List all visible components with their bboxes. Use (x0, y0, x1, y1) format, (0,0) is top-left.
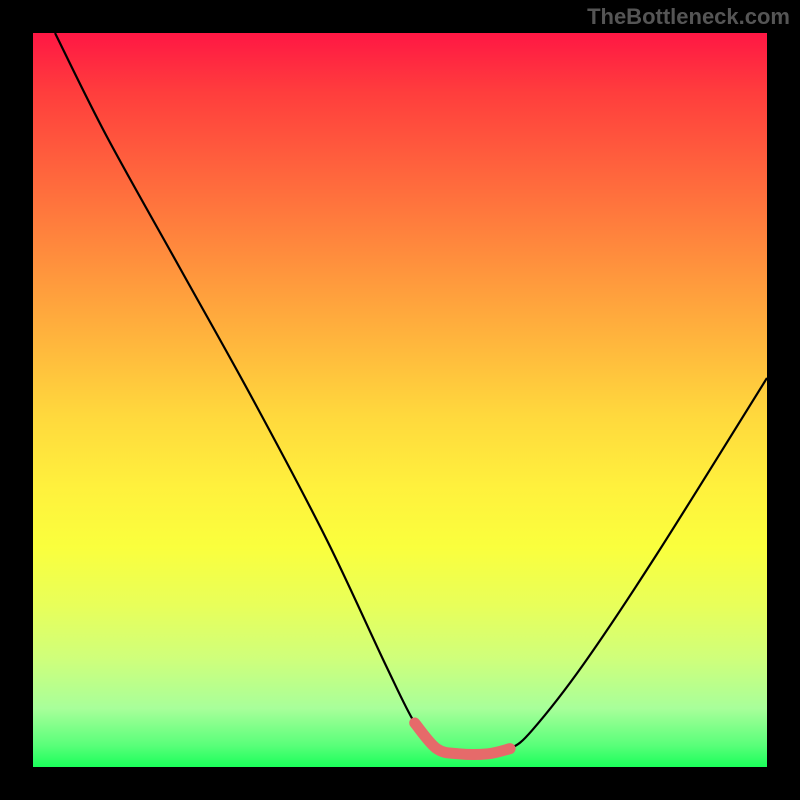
plot-gradient-area (33, 33, 767, 767)
bottleneck-curve-path (55, 33, 767, 754)
chart-svg (33, 33, 767, 767)
highlight-segment-path (415, 723, 510, 754)
watermark-text: TheBottleneck.com (587, 4, 790, 30)
